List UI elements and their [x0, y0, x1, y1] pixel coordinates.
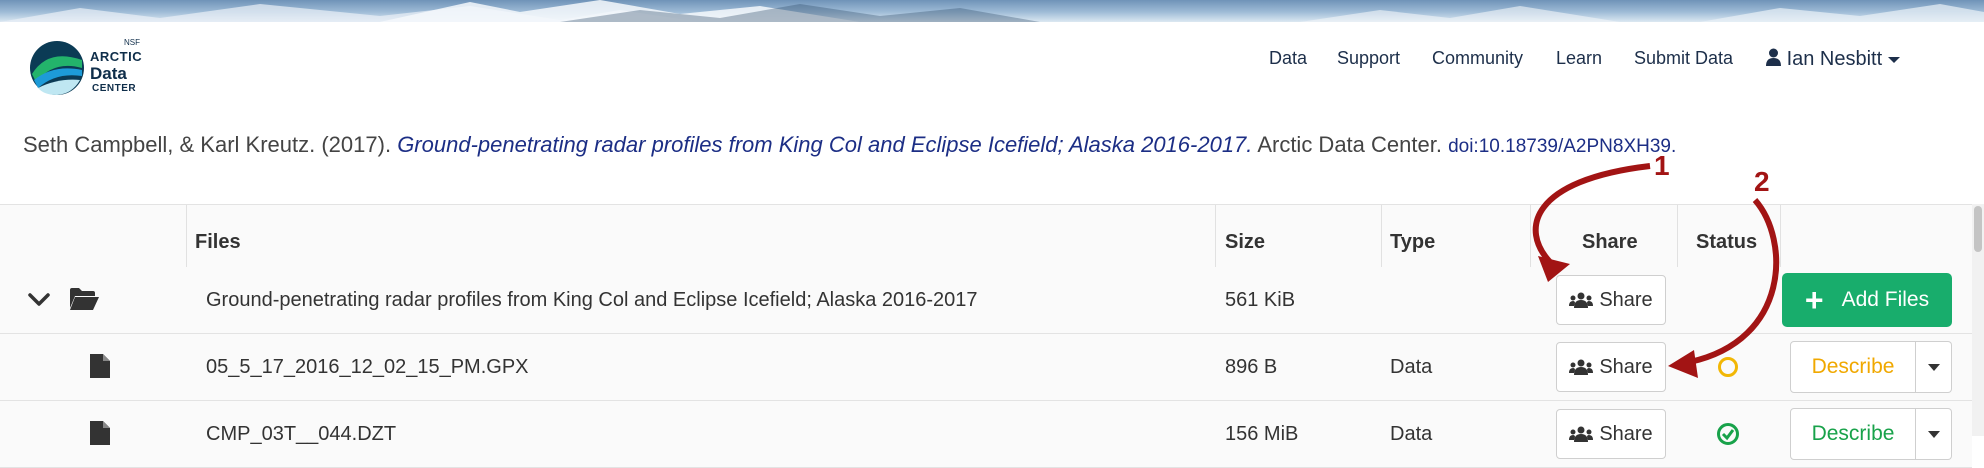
describe-dropdown-toggle[interactable]	[1916, 341, 1952, 393]
column-divider	[1677, 205, 1678, 267]
folder-size: 561 KiB	[1225, 289, 1296, 311]
file-icon	[90, 421, 110, 445]
column-divider	[1530, 205, 1531, 267]
chevron-down-icon	[1927, 430, 1940, 438]
chevron-down-icon	[1927, 363, 1940, 371]
annotation-number-2: 2	[1754, 166, 1770, 197]
share-label: Share	[1599, 422, 1653, 445]
header-type: Type	[1390, 231, 1436, 253]
folder-row: Ground-penetrating radar profiles from K…	[0, 267, 1972, 334]
users-icon	[1569, 359, 1594, 375]
nav-submit-data[interactable]: Submit Data	[1634, 48, 1733, 69]
status-complete-icon	[1717, 423, 1739, 445]
file-size: 156 MiB	[1225, 423, 1299, 445]
add-files-label: Add Files	[1841, 288, 1930, 311]
user-icon	[1766, 48, 1781, 66]
scrollbar-thumb[interactable]	[1974, 206, 1982, 252]
chevron-down-icon[interactable]	[28, 293, 50, 307]
status-pending-icon	[1718, 357, 1738, 377]
vertical-scrollbar[interactable]	[1972, 204, 1984, 436]
file-type: Data	[1390, 423, 1433, 445]
annotation-number-1: 1	[1654, 150, 1670, 181]
describe-button[interactable]: Describe	[1790, 341, 1916, 393]
describe-button[interactable]: Describe	[1790, 408, 1916, 460]
navbar: NSF ARCTIC Data CENTER Data Support Comm…	[0, 22, 1984, 108]
share-label: Share	[1599, 355, 1653, 378]
header-status: Status	[1696, 231, 1758, 253]
citation-doi-link[interactable]: doi:10.18739/A2PN8XH39.	[1448, 136, 1676, 157]
file-name[interactable]: 05_5_17_2016_12_02_15_PM.GPX	[206, 356, 529, 379]
add-files-button[interactable]: + Add Files	[1782, 273, 1952, 327]
header-size: Size	[1225, 231, 1266, 253]
header-files: Files	[195, 231, 241, 253]
column-divider	[1780, 205, 1781, 267]
describe-label: Describe	[1811, 422, 1895, 445]
citation: Seth Campbell, & Karl Kreutz. (2017). Gr…	[23, 132, 1676, 158]
nav-learn[interactable]: Learn	[1556, 48, 1602, 69]
plus-icon: +	[1804, 282, 1824, 318]
nav-data[interactable]: Data	[1269, 48, 1307, 69]
share-folder-button[interactable]: Share	[1556, 275, 1666, 325]
main-nav: Data Support Community Learn Submit Data	[0, 48, 1984, 72]
mountain-banner	[0, 0, 1984, 22]
logo-nsf-text: NSF	[124, 38, 140, 47]
column-divider	[1381, 205, 1382, 267]
column-divider	[1215, 205, 1216, 267]
file-name[interactable]: CMP_03T__044.DZT	[206, 423, 396, 446]
file-icon	[90, 354, 110, 378]
share-file-button[interactable]: Share	[1556, 342, 1666, 392]
nav-community[interactable]: Community	[1432, 48, 1523, 69]
table-header: Files Size Type Share Status	[0, 205, 1972, 268]
describe-dropdown-toggle[interactable]	[1916, 408, 1952, 460]
nav-support[interactable]: Support	[1337, 48, 1400, 69]
user-name: Ian Nesbitt	[1786, 48, 1883, 70]
header-share: Share	[1582, 231, 1638, 253]
describe-label: Describe	[1811, 355, 1895, 378]
citation-authors: Seth Campbell, & Karl Kreutz. (2017).	[23, 132, 392, 157]
files-table: Files Size Type Share Status Ground-pene…	[0, 204, 1972, 468]
table-row: 05_5_17_2016_12_02_15_PM.GPX 896 B Data …	[0, 334, 1972, 401]
file-size: 896 B	[1225, 356, 1278, 378]
citation-area: Seth Campbell, & Karl Kreutz. (2017). Gr…	[0, 108, 1984, 204]
logo-line3: CENTER	[92, 83, 137, 94]
citation-title: Ground-penetrating radar profiles from K…	[397, 132, 1253, 157]
citation-publisher: Arctic Data Center.	[1257, 132, 1442, 157]
table-row: CMP_03T__044.DZT 156 MiB Data Share Desc…	[0, 401, 1972, 468]
folder-open-icon	[70, 288, 99, 310]
share-label: Share	[1599, 288, 1653, 311]
file-type: Data	[1390, 356, 1433, 378]
folder-name: Ground-penetrating radar profiles from K…	[206, 289, 978, 311]
chevron-down-icon	[1888, 56, 1901, 63]
column-divider	[186, 205, 187, 267]
users-icon	[1569, 426, 1594, 442]
share-file-button[interactable]: Share	[1556, 409, 1666, 459]
user-menu[interactable]: Ian Nesbitt	[1766, 48, 1901, 71]
users-icon	[1569, 292, 1594, 308]
